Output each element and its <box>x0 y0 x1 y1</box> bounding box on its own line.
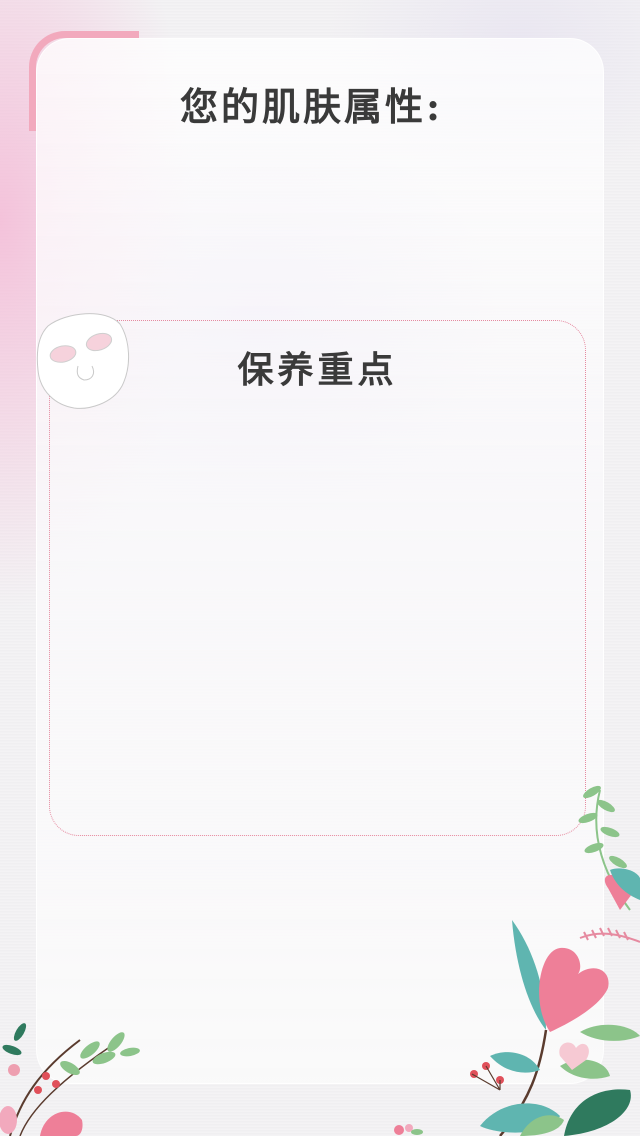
corner-accent <box>29 31 139 131</box>
floral-decoration-right <box>470 785 640 1136</box>
page-title: 您的肌肤属性: <box>180 84 444 129</box>
face-mask-icon <box>36 313 130 409</box>
floral-decoration-left <box>0 1023 140 1136</box>
floral-decoration-small <box>394 1124 423 1135</box>
